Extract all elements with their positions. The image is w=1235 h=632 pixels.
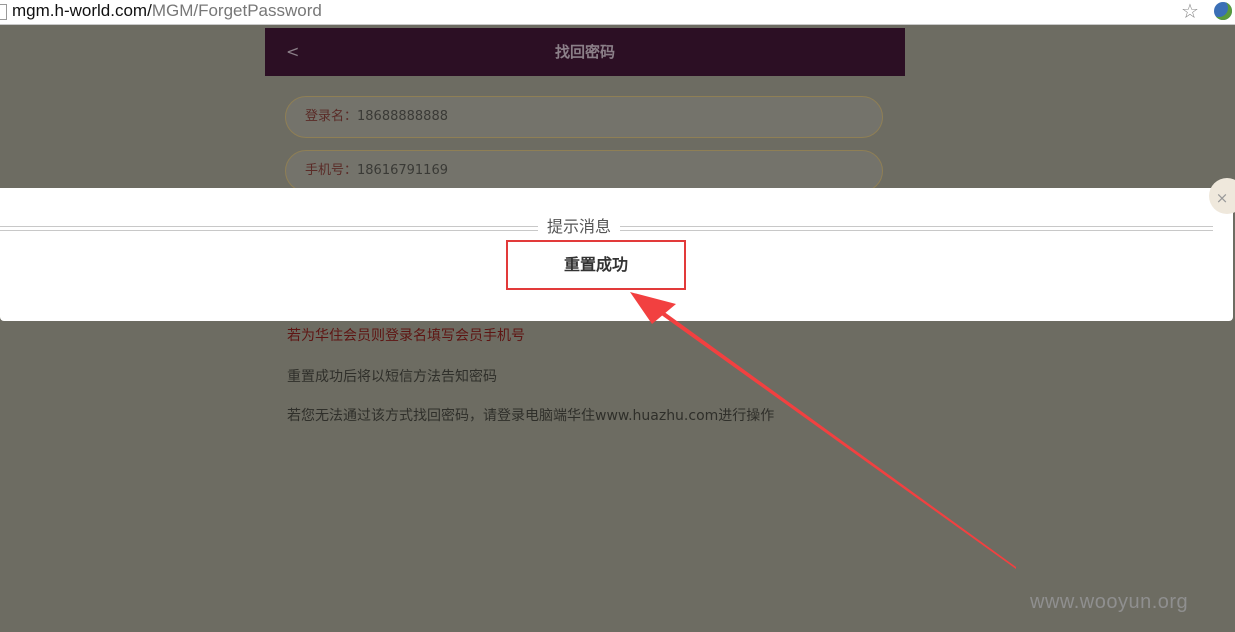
watermark: www.wooyun.org — [1030, 591, 1189, 613]
annotation-arrow — [630, 292, 1016, 569]
arrow-shaft — [652, 303, 1016, 569]
